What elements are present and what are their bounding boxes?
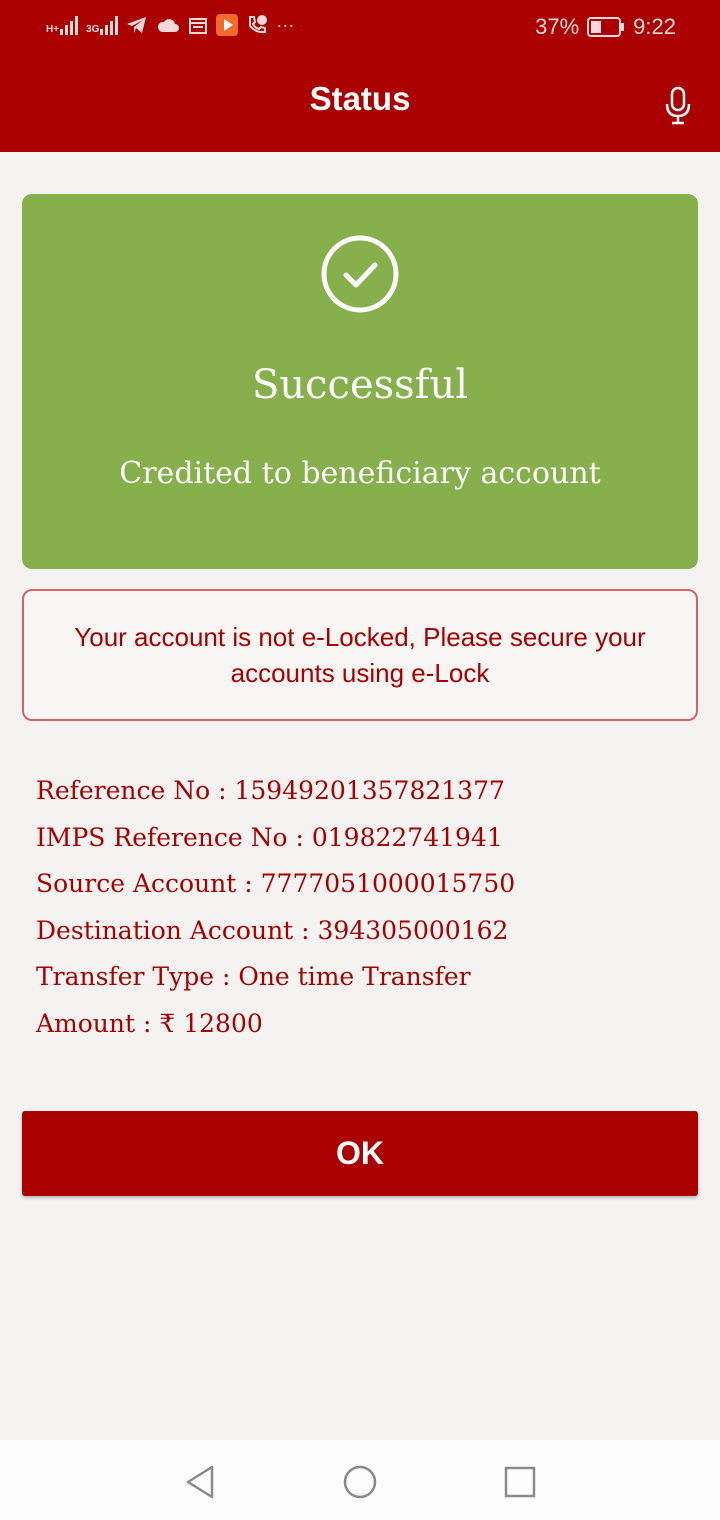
battery-icon <box>587 17 625 37</box>
signal-icon-2: 3G <box>86 15 119 35</box>
recents-icon[interactable] <box>500 1462 540 1502</box>
navigation-bar <box>0 1440 720 1520</box>
network-type-2: 3G <box>86 24 100 35</box>
transaction-details: Reference No : 15949201357821377 IMPS Re… <box>36 772 515 1051</box>
elock-notice-text: Your account is not e-Locked, Please sec… <box>74 622 646 688</box>
success-card: Successful Credited to beneficiary accou… <box>22 194 698 569</box>
network-type-1: H+ <box>46 24 60 35</box>
app-bar: Status <box>0 56 720 152</box>
reference-no: Reference No : 15949201357821377 <box>36 776 505 805</box>
amount: Amount : ₹ 12800 <box>36 1008 263 1038</box>
status-bar-right: 37% 9:22 <box>535 14 676 40</box>
page-title: Status <box>309 80 411 117</box>
ok-button[interactable]: OK <box>22 1111 698 1196</box>
success-subtitle: Credited to beneficiary account <box>119 456 601 491</box>
play-icon <box>216 14 239 36</box>
more-icon: ··· <box>276 14 295 35</box>
check-circle-icon <box>321 235 399 313</box>
clock: 9:22 <box>633 14 676 39</box>
source-account: Source Account : 7777051000015750 <box>36 869 516 898</box>
home-icon[interactable] <box>340 1462 380 1502</box>
transfer-type: Transfer Type : One time Transfer <box>36 962 471 991</box>
mic-icon[interactable] <box>664 86 692 126</box>
elock-notice[interactable]: Your account is not e-Locked, Please sec… <box>22 589 698 721</box>
signal-icon: H+ <box>46 15 79 35</box>
cloud-icon <box>158 19 180 32</box>
calendar-icon <box>189 18 208 34</box>
battery-percent: 37% <box>535 14 580 39</box>
status-bar: H+ 3G ··· 37% 9:22 <box>0 0 720 56</box>
telegram-icon <box>127 17 147 33</box>
destination-account: Destination Account : 394305000162 <box>36 915 509 945</box>
status-bar-left: H+ 3G ··· <box>46 14 294 36</box>
call-icon <box>249 15 268 34</box>
imps-reference-no: IMPS Reference No : 019822741941 <box>36 822 503 852</box>
back-icon[interactable] <box>180 1462 220 1502</box>
success-title: Successful <box>251 362 469 408</box>
